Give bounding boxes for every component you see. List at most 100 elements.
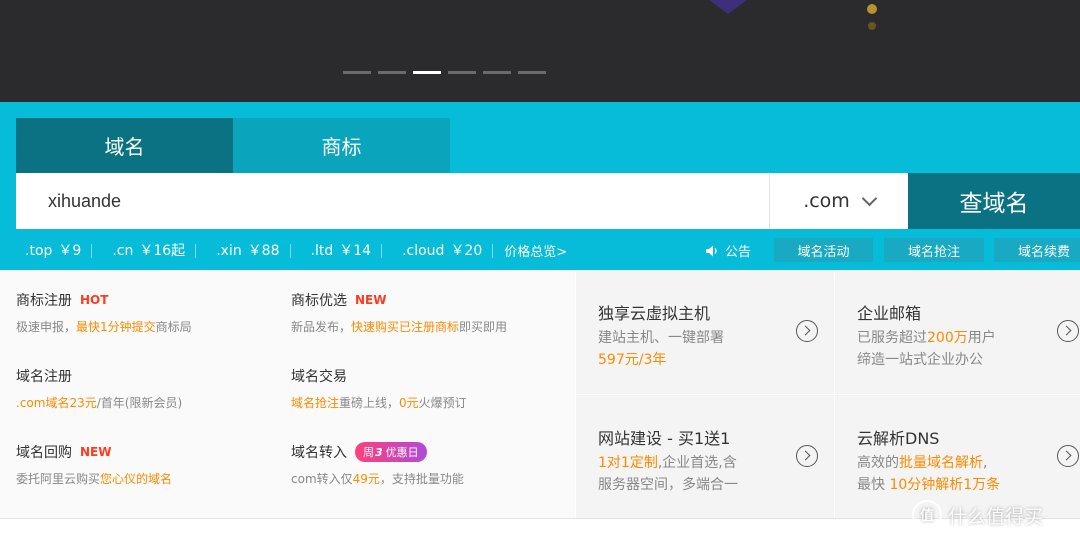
domain-renewal-button[interactable]: 域名续费: [994, 238, 1080, 262]
carousel-dot[interactable]: [343, 71, 371, 74]
service-title-row: 域名转入 周 3 优惠日: [291, 442, 464, 462]
price-tld: .cn: [112, 242, 134, 259]
desc-highlight: 最快1分钟提交: [76, 320, 156, 334]
desc-text: ,: [983, 455, 988, 471]
service-domain-transfer[interactable]: 域名转入 周 3 优惠日 com转入仅49元，支持批量功能: [291, 442, 464, 487]
desc-highlight: 49元: [352, 472, 380, 486]
search-domain-button[interactable]: 查域名: [908, 173, 1080, 229]
domain-search-panel: 域名 商标 .com 查域名 .top ￥9 .cn ￥16起 .xin ￥88 .l…: [0, 102, 1080, 270]
domain-activity-button[interactable]: 域名活动: [774, 238, 873, 262]
tab-trademark[interactable]: 商标: [233, 118, 450, 173]
card-enterprise-mail[interactable]: 企业邮箱 已服务超过200万用户 缔造一站式企业办公: [835, 270, 1080, 394]
tld-dropdown[interactable]: .com: [769, 173, 908, 229]
card-desc: 建站主机、一键部署 597元/3年: [598, 327, 724, 371]
service-domain-registration[interactable]: 域名注册 .com域名23元/首年(限新会员): [16, 366, 182, 411]
price-value: ￥9: [58, 242, 82, 259]
card-title: 企业邮箱: [857, 304, 922, 323]
service-domain-trading[interactable]: 域名交易 域名抢注重磅上线，0元火爆预订: [291, 366, 467, 411]
carousel-indicators: [343, 71, 546, 74]
card-title: 网站建设 - 买1送1: [598, 429, 731, 448]
service-domain-buyback[interactable]: 域名回购 NEW 委托阿里云购买您心仪的域名: [16, 442, 172, 487]
card-highlight: 批量域名解析: [899, 455, 983, 471]
carousel-dot[interactable]: [448, 71, 476, 74]
card-highlight: 10分钟解析1万条: [889, 477, 1001, 493]
card-desc-line: 最快 10分钟解析1万条: [857, 474, 1000, 496]
watermark: 值 什么值得买: [912, 500, 1043, 530]
service-title-row: 商标注册 HOT: [16, 290, 192, 310]
desc-text: 火爆预订: [418, 396, 467, 410]
chevron-right-circle-icon[interactable]: [1057, 320, 1079, 342]
price-item-ltd[interactable]: .ltd ￥14: [302, 242, 383, 259]
speaker-icon: [706, 245, 717, 256]
card-desc: 已服务超过200万用户 缔造一站式企业办公: [857, 327, 996, 371]
card-website-building[interactable]: 网站建设 - 买1送1 1对1定制,企业首选,含 服务器空间，多端合一: [576, 395, 834, 519]
chevron-down-icon: [861, 190, 878, 206]
service-title: 域名交易: [291, 369, 347, 385]
service-trademark-registration[interactable]: 商标注册 HOT 极速申报，最快1分钟提交商标局: [16, 290, 192, 335]
service-title: 域名转入: [291, 445, 347, 461]
search-tabs: 域名 商标: [16, 118, 450, 173]
price-item-xin[interactable]: .xin ￥88: [207, 242, 291, 259]
card-highlight: 597元/3年: [598, 352, 667, 368]
carousel-dot[interactable]: [378, 71, 406, 74]
carousel-dot[interactable]: [518, 71, 546, 74]
price-item-cn[interactable]: .cn ￥16起: [103, 242, 197, 259]
service-title: 商标优选: [291, 293, 347, 309]
service-title-row: 域名回购 NEW: [16, 442, 172, 462]
card-title: 独享云虚拟主机: [598, 304, 711, 323]
domain-backorder-button[interactable]: 域名抢注: [884, 238, 984, 262]
card-virtual-host[interactable]: 独享云虚拟主机 建站主机、一键部署 597元/3年: [576, 270, 834, 394]
desc-text: 已服务超过: [857, 330, 927, 346]
new-badge: NEW: [80, 445, 112, 459]
price-overview-link[interactable]: 价格总览>: [504, 241, 567, 260]
carousel-dot[interactable]: [483, 71, 511, 74]
service-desc: 域名抢注重磅上线，0元火爆预订: [291, 394, 467, 411]
promo-badge-text: 周: [363, 446, 374, 459]
watermark-logo-icon: 值: [912, 500, 942, 530]
service-title-row: 域名交易: [291, 366, 467, 386]
tab-domain[interactable]: 域名: [16, 118, 233, 173]
desc-text: 极速申报，: [16, 320, 77, 334]
tld-selected-value: .com: [803, 190, 850, 212]
announcement-link[interactable]: 公告: [705, 241, 751, 260]
banner-decoration-dot: [867, 4, 877, 14]
desc-text: 高效的: [857, 455, 899, 471]
service-title: 域名回购: [16, 445, 72, 461]
service-desc: 极速申报，最快1分钟提交商标局: [16, 318, 192, 335]
service-desc: .com域名23元/首年(限新会员): [16, 394, 182, 411]
chevron-right-circle-icon[interactable]: [796, 320, 818, 342]
card-highlight: 1对1定制: [598, 455, 658, 471]
chevron-right-circle-icon[interactable]: [1057, 445, 1079, 467]
desc-text: com转入仅: [291, 472, 353, 486]
announcement-label: 公告: [725, 245, 752, 260]
card-desc: 高效的批量域名解析, 最快 10分钟解析1万条: [857, 452, 1000, 496]
service-title: 域名注册: [16, 369, 72, 385]
price-tld: .xin: [216, 242, 242, 259]
service-trademark-select[interactable]: 商标优选 NEW 新品发布，快速购买已注册商标即买即用: [291, 290, 507, 335]
service-title-row: 商标优选 NEW: [291, 290, 507, 310]
card-desc-line: 高效的批量域名解析,: [857, 452, 1000, 474]
carousel-dot-active[interactable]: [413, 71, 441, 74]
new-badge: NEW: [355, 293, 387, 307]
desc-text: /首年(限新会员): [96, 396, 183, 410]
price-value: ￥16起: [139, 242, 186, 259]
desc-text: 重磅上线，: [339, 396, 400, 410]
desc-text: 最快: [857, 477, 890, 493]
price-tld: .ltd: [310, 242, 334, 259]
card-desc-line: 1对1定制,企业首选,含: [598, 452, 738, 474]
price-value: ￥14: [339, 242, 372, 259]
desc-text: 商标局: [155, 320, 192, 334]
card-desc-line: 597元/3年: [598, 349, 724, 371]
card-desc: 1对1定制,企业首选,含 服务器空间，多端合一: [598, 452, 738, 496]
price-item-cloud[interactable]: .cloud ￥20: [393, 243, 494, 258]
card-title: 云解析DNS: [857, 429, 940, 448]
chevron-right-circle-icon[interactable]: [796, 445, 818, 467]
desc-text: 新品发布，: [291, 320, 352, 334]
promo-badge-text: 优惠日: [385, 446, 419, 459]
service-desc: 新品发布，快速购买已注册商标即买即用: [291, 318, 507, 335]
price-item-top[interactable]: .top ￥9: [16, 242, 93, 259]
desc-highlight: 0元: [399, 396, 419, 410]
domain-search-input[interactable]: [16, 173, 769, 229]
desc-text: 委托阿里云购买: [16, 472, 101, 486]
desc-text: ,企业首选,含: [657, 455, 737, 471]
